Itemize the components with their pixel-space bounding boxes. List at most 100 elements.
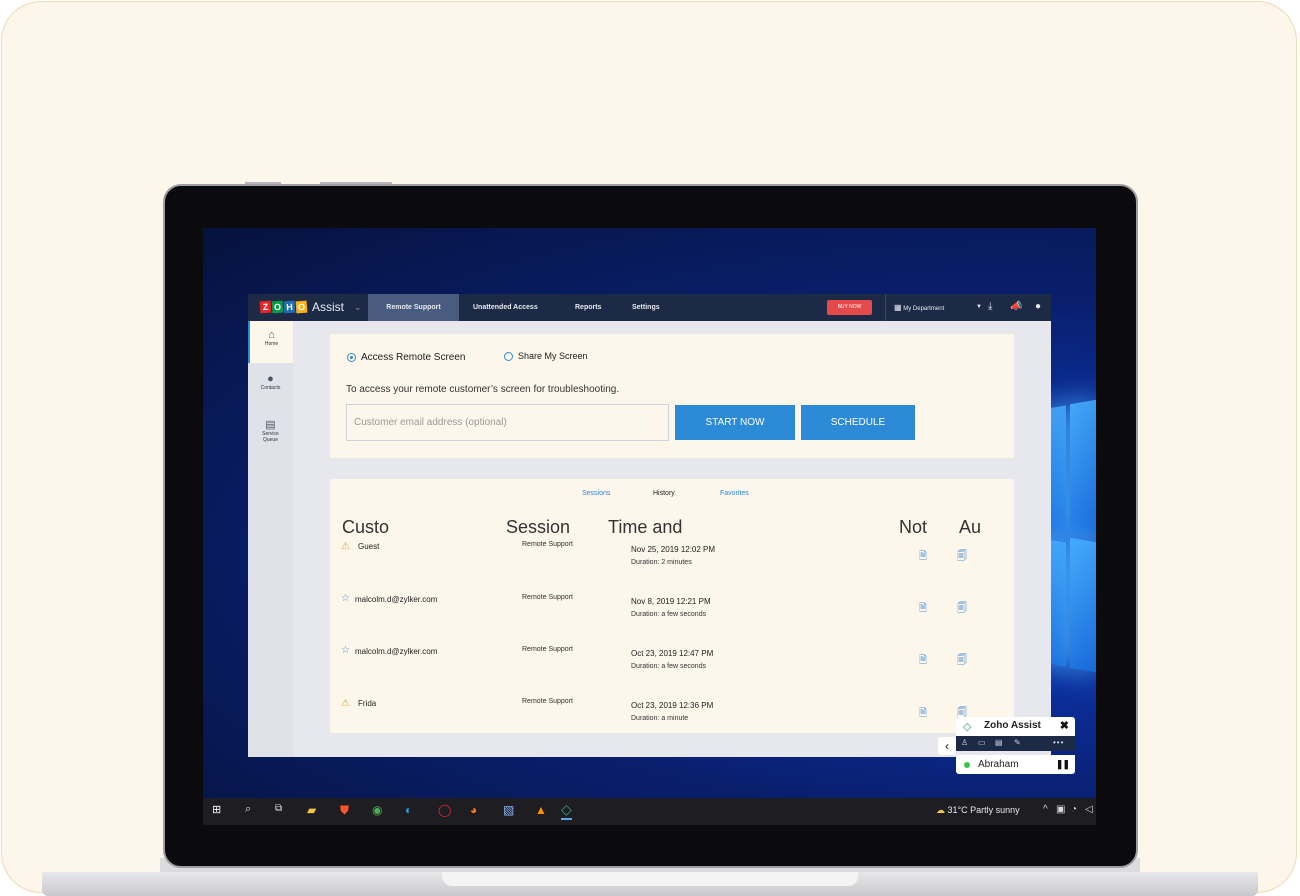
tab-history[interactable]: History <box>653 490 675 497</box>
weather-text: 31°C Partly sunny <box>947 805 1020 815</box>
star-icon[interactable]: ☆ <box>341 593 350 604</box>
vlc-icon[interactable]: ▲ <box>535 803 547 817</box>
firefox-icon[interactable]: ◕ <box>470 803 477 817</box>
session-date: Oct 23, 2019 12:47 PM <box>631 649 714 658</box>
department-selector[interactable]: ▦ My Department ▼ <box>885 294 986 321</box>
widget-collapse-button[interactable]: ‹ <box>938 737 956 755</box>
sidebar-item-home[interactable]: ⌂ Home <box>248 321 293 363</box>
session-duration: Duration: a minute <box>631 715 689 722</box>
zoho-assist-logo[interactable]: Z O H O Assist ⌄ <box>259 299 362 315</box>
customer-name: Guest <box>358 542 380 551</box>
announcement-icon[interactable]: 📣 <box>1010 301 1022 312</box>
profile-icon[interactable]: ● <box>1035 301 1041 312</box>
pen-icon[interactable]: ✎ <box>1014 738 1021 747</box>
logo-letter: H <box>283 300 296 314</box>
logo-letter: O <box>271 300 284 314</box>
chevron-down-icon[interactable]: ⌄ <box>354 302 362 313</box>
logo-letter: O <box>295 300 308 314</box>
notepad-icon[interactable]: ▧ <box>503 803 514 817</box>
widget-participant[interactable]: Abraham ❚❚ <box>956 755 1075 774</box>
tab-sessions[interactable]: Sessions <box>582 490 610 497</box>
task-view-icon[interactable]: ⧉ <box>275 803 282 814</box>
customer-email-input[interactable] <box>346 404 669 441</box>
logo-letter: Z <box>259 300 272 314</box>
warning-icon: ⚠ <box>341 541 350 552</box>
radio-checked-icon <box>347 353 356 362</box>
chevron-left-icon: ‹ <box>945 739 949 753</box>
chrome-icon[interactable]: ◉ <box>372 803 382 817</box>
download-icon[interactable]: ⤓ <box>988 301 992 312</box>
notes-icon[interactable]: 🗎 <box>919 601 927 618</box>
star-icon[interactable]: ☆ <box>341 645 350 656</box>
buy-now-button[interactable]: BUY NOW <box>827 300 872 315</box>
search-icon[interactable]: ⌕ <box>245 803 251 816</box>
user-icon: ● <box>267 373 274 385</box>
start-now-button[interactable]: START NOW <box>675 405 795 440</box>
widget-toolbar: ♙ ▭ ▤ ✎ ••• <box>956 736 1075 751</box>
zoho-assist-icon[interactable]: ◇ <box>561 801 572 820</box>
audit-icon[interactable]: 🗐 <box>957 653 967 670</box>
session-duration: Duration: 2 minutes <box>631 559 692 566</box>
pause-icon[interactable]: ❚❚ <box>1056 759 1070 770</box>
audit-icon[interactable]: 🗐 <box>957 601 967 618</box>
tab-reports[interactable]: Reports <box>575 294 601 321</box>
chat-icon[interactable]: ▭ <box>978 738 986 747</box>
customer-name: Frida <box>358 699 377 708</box>
weather-widget[interactable]: ☁ 31°C Partly sunny <box>936 805 1020 816</box>
column-header-customer: Custo <box>342 517 390 537</box>
home-icon: ⌂ <box>268 329 275 341</box>
product-name: Assist <box>312 300 345 314</box>
audit-icon[interactable]: 🗐 <box>957 549 967 566</box>
widget-title: Zoho Assist <box>984 720 1041 731</box>
column-header-audit: Au <box>959 517 982 537</box>
chevron-up-icon[interactable]: ^ <box>1043 804 1048 815</box>
session-date: Nov 25, 2019 12:02 PM <box>631 545 716 554</box>
volume-icon[interactable]: ◁ <box>1085 804 1093 815</box>
files-icon[interactable]: ▤ <box>995 738 1003 747</box>
opera-icon[interactable]: ◯ <box>438 803 451 817</box>
building-icon: ▦ <box>894 303 902 312</box>
customer-name: malcolm.d@zylker.com <box>355 647 438 656</box>
notes-icon[interactable]: 🗎 <box>919 653 927 670</box>
tab-settings[interactable]: Settings <box>632 294 660 321</box>
radio-share-my-screen[interactable]: Share My Screen <box>504 351 588 361</box>
warning-icon: ⚠ <box>341 698 350 709</box>
customer-name: malcolm.d@zylker.com <box>355 595 438 604</box>
sidebar-item-contacts[interactable]: ● Contacts <box>248 373 293 391</box>
notes-icon[interactable]: 🗎 <box>919 706 927 723</box>
notes-icon[interactable]: 🗎 <box>919 549 927 566</box>
session-duration: Duration: a few seconds <box>631 663 707 670</box>
network-icon[interactable]: ▣ <box>1056 804 1065 815</box>
partly-sunny-icon: ☁ <box>936 805 945 815</box>
session-date: Nov 8, 2019 12:21 PM <box>631 597 711 606</box>
column-header-session: Session <box>506 517 571 537</box>
session-type: Remote Support <box>522 646 573 653</box>
department-label: My Department <box>903 306 945 312</box>
tab-unattended-access[interactable]: Unattended Access <box>473 294 538 321</box>
sidebar-item-label: Contacts <box>260 385 281 391</box>
user-icon[interactable]: ♙ <box>961 738 968 747</box>
wifi-icon[interactable]: ◔ <box>1071 804 1077 815</box>
laptop-notch <box>442 872 858 886</box>
sidebar-item-label: Home <box>264 341 279 347</box>
radio-access-remote-screen[interactable]: Access Remote Screen <box>347 352 466 363</box>
close-icon[interactable]: ✖ <box>1060 719 1069 732</box>
sidebar-item-service-queue[interactable]: ▤ Service Queue <box>248 418 293 443</box>
desktop-screen: Z O H O Assist ⌄ Remote Support Unattend… <box>203 228 1096 825</box>
session-type: Remote Support <box>522 594 573 601</box>
file-explorer-icon[interactable]: ▰ <box>307 803 316 817</box>
more-icon[interactable]: ••• <box>1053 738 1064 747</box>
session-duration: Duration: a few seconds <box>631 611 707 618</box>
left-sidebar: ⌂ Home ● Contacts ▤ Service Queue <box>248 321 293 757</box>
session-type: Remote Support <box>522 698 573 705</box>
windows-taskbar: ⊞ ⌕ ⧉ ▰ ⛊ ◉ ◐ ◯ ◕ ▧ ▲ ◇ ☁ 31°C Partly su… <box>203 798 1096 825</box>
chevron-down-icon: ▼ <box>976 304 982 310</box>
tab-favorites[interactable]: Favorites <box>720 490 749 497</box>
zoho-assist-icon: ◇ <box>963 721 972 733</box>
tab-remote-support[interactable]: Remote Support <box>368 294 459 321</box>
schedule-button[interactable]: SCHEDULE <box>801 405 915 440</box>
brave-icon[interactable]: ⛊ <box>340 803 349 818</box>
windows-start-icon[interactable]: ⊞ <box>212 803 221 816</box>
access-description: To access your remote customer’s screen … <box>346 384 620 395</box>
edge-icon[interactable]: ◐ <box>405 803 412 817</box>
